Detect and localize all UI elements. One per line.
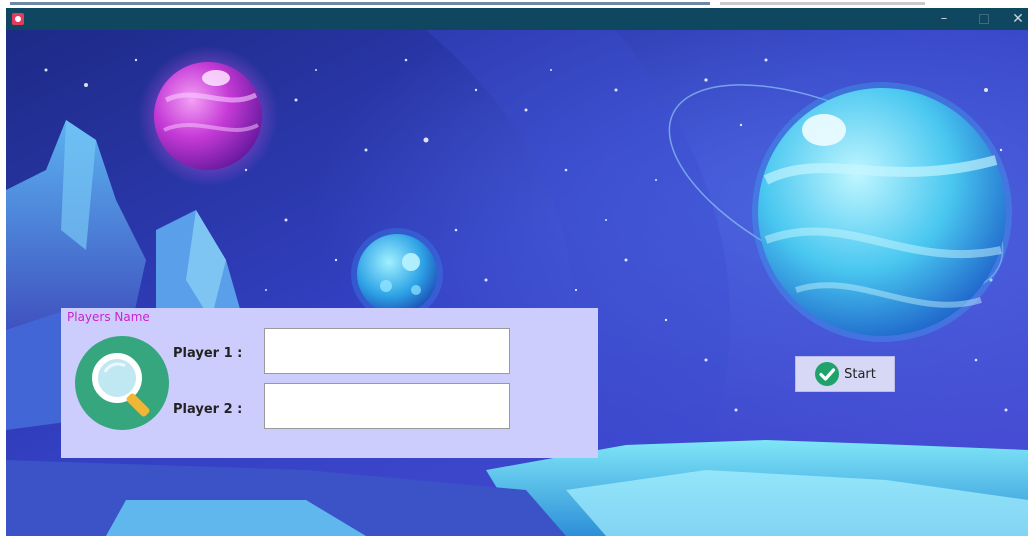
minimize-icon[interactable]: – (927, 8, 961, 30)
player1-input[interactable] (264, 328, 510, 374)
outer-bar (10, 2, 710, 5)
app-icon (12, 13, 24, 25)
space-background (6, 30, 1028, 536)
outer-bar-right (720, 2, 925, 5)
players-panel: Players Name Player 1 : Player 2 : (61, 308, 598, 458)
space-scene (6, 30, 1028, 536)
player1-label: Player 1 : (173, 346, 243, 361)
panel-title: Players Name (67, 310, 150, 324)
close-icon[interactable]: ✕ (1001, 8, 1028, 30)
player2-label: Player 2 : (173, 402, 243, 417)
magnifier-icon (75, 336, 169, 430)
game-window: – ✕ Players Name Player 1: Player 2: S… (6, 8, 1028, 536)
start-button[interactable]: Start (795, 356, 895, 392)
outer-top-strip (0, 0, 1028, 8)
player2-input[interactable] (264, 383, 510, 429)
check-circle-icon (815, 362, 840, 386)
start-label: Start (844, 366, 876, 382)
title-bar: – ✕ (6, 8, 1028, 30)
maximize-icon[interactable] (966, 8, 1000, 30)
